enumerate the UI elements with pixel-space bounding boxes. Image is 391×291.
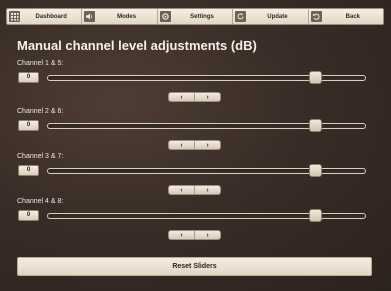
channel-slider[interactable] (47, 164, 366, 177)
gear-icon (159, 11, 171, 22)
channel-4-8-row: Channel 4 & 8: 0 ‹ › (0, 198, 391, 240)
nav-update-button[interactable]: Update (233, 9, 309, 24)
speaker-icon (84, 11, 96, 22)
page-title: Manual channel level adjustments (dB) (17, 38, 257, 53)
channel-value-display: 0 (18, 72, 39, 83)
slider-thumb[interactable] (309, 209, 323, 222)
channel-label: Channel 3 & 7: (17, 153, 64, 160)
channel-2-6-row: Channel 2 & 6: 0 ‹ › (0, 108, 391, 150)
decrement-button[interactable]: ‹ (169, 231, 195, 239)
nav-modes-button[interactable]: Modes (82, 9, 158, 24)
channel-slider[interactable] (47, 119, 366, 132)
channel-slider[interactable] (47, 209, 366, 222)
decrement-button[interactable]: ‹ (169, 186, 195, 194)
increment-button[interactable]: › (195, 186, 220, 194)
slider-thumb[interactable] (309, 119, 323, 132)
channel-value-display: 0 (18, 165, 39, 176)
increment-button[interactable]: › (195, 231, 220, 239)
channel-3-7-row: Channel 3 & 7: 0 ‹ › (0, 153, 391, 195)
slider-thumb[interactable] (309, 164, 323, 177)
top-nav-bar: Dashboard Modes Settings Update Back (6, 8, 384, 25)
channel-slider[interactable] (47, 71, 366, 84)
decrement-button[interactable]: ‹ (169, 93, 195, 101)
nav-dashboard-button[interactable]: Dashboard (7, 9, 83, 24)
reset-sliders-button[interactable]: Reset Sliders (17, 257, 372, 276)
nav-settings-button[interactable]: Settings (158, 9, 234, 24)
slider-thumb[interactable] (309, 71, 323, 84)
increment-button[interactable]: › (195, 141, 220, 149)
refresh-icon (235, 11, 247, 22)
channel-label: Channel 2 & 6: (17, 108, 64, 115)
channel-stepper: ‹ › (168, 185, 221, 195)
grid-icon (9, 11, 20, 22)
channel-label: Channel 4 & 8: (17, 198, 64, 205)
channel-stepper: ‹ › (168, 140, 221, 150)
decrement-button[interactable]: ‹ (169, 141, 195, 149)
channel-value-display: 0 (18, 120, 39, 131)
channel-1-5-row: Channel 1 & 5: 0 ‹ › (0, 60, 391, 102)
increment-button[interactable]: › (195, 93, 220, 101)
nav-back-button[interactable]: Back (309, 9, 383, 24)
back-arrow-icon (310, 11, 322, 22)
channel-stepper: ‹ › (168, 230, 221, 240)
channel-value-display: 0 (18, 210, 39, 221)
channel-stepper: ‹ › (168, 92, 221, 102)
channel-label: Channel 1 & 5: (17, 60, 64, 67)
